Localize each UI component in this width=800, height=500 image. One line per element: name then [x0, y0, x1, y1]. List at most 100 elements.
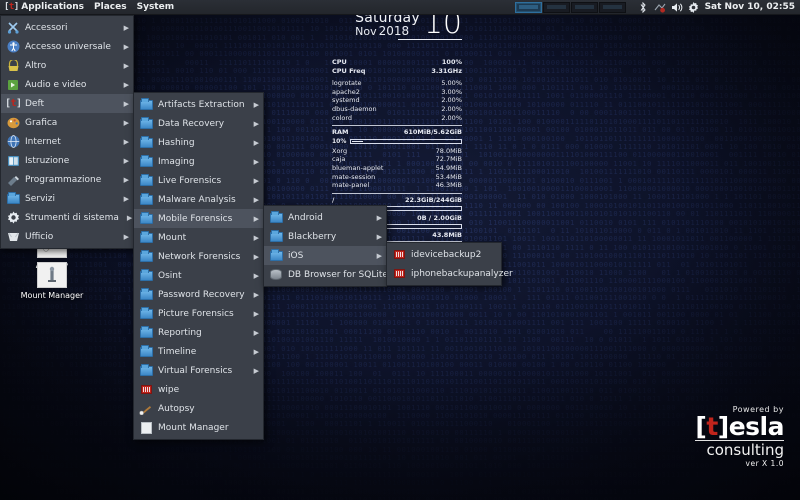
menu-item-label: Artifacts Extraction [158, 100, 246, 110]
menu-item-live-forensics[interactable]: Live Forensics ▶ [134, 171, 263, 190]
menu-item-data-recovery[interactable]: Data Recovery ▶ [134, 114, 263, 133]
conky-cpu-process: apache2 3.00% [332, 88, 462, 97]
ios-submenu[interactable]: idevicebackup2 iphonebackupanalyzer [386, 242, 502, 286]
mobile-forensics-submenu[interactable]: Android ▶ Blackberry ▶ iOS ▶ DB Browser … [263, 205, 387, 287]
gear-icon[interactable] [688, 1, 700, 14]
workspace-switcher[interactable] [515, 2, 626, 13]
menu-item-mount[interactable]: Mount ▶ [134, 228, 263, 247]
menu-item-hashing[interactable]: Hashing ▶ [134, 133, 263, 152]
branding-bracket-open: [ [695, 412, 706, 441]
menu-item-db-browser-for-sqlite[interactable]: DB Browser for SQLite [264, 265, 386, 284]
chevron-right-icon: ▶ [124, 43, 129, 51]
desktop-icon-label: Mount Manager [16, 291, 88, 301]
menu-item-ufficio[interactable]: Ufficio ▶ [1, 227, 133, 246]
desktop-screen: 1 0 1100101 011 010010100 111101 1 01 11… [0, 0, 800, 500]
folder-icon [269, 249, 283, 263]
menu-item-autopsy[interactable]: Autopsy [134, 399, 263, 418]
process-value: 3.00% [441, 88, 462, 97]
places-menu-button[interactable]: Places [89, 0, 132, 15]
menu-item-istruzione[interactable]: Istruzione ▶ [1, 151, 133, 170]
menu-item-reporting[interactable]: Reporting ▶ [134, 323, 263, 342]
process-name: colord [332, 114, 352, 123]
menu-item-iphonebackupanalyzer[interactable]: iphonebackupanalyzer [387, 264, 501, 283]
workspace-4[interactable] [599, 2, 626, 13]
chevron-right-icon: ▶ [127, 214, 132, 222]
branding-bracket-close: ] [718, 412, 729, 441]
menu-item-accessori[interactable]: Accessori ▶ [1, 18, 133, 37]
folder-icon [139, 364, 153, 378]
conky-cpu-freq-row: CPU Freq 3.31GHz [332, 67, 462, 76]
menu-item-strumenti-di-sistema[interactable]: Strumenti di sistema ▶ [1, 208, 133, 227]
menu-item-blackberry[interactable]: Blackberry ▶ [264, 227, 386, 246]
conky-date-block: Saturday Nov 2018 10 [332, 10, 462, 58]
menu-item-internet[interactable]: Internet ▶ [1, 132, 133, 151]
workspace-3[interactable] [571, 2, 598, 13]
applications-menu-button[interactable]: [t] Applications [0, 0, 89, 15]
conky-disk-label: / [332, 196, 334, 205]
menu-item-audio-e-video[interactable]: Audio e video ▶ [1, 75, 133, 94]
workspace-1[interactable] [515, 2, 542, 13]
menu-item-grafica[interactable]: Grafica ▶ [1, 113, 133, 132]
conky-ram-row: RAM 610MiB/5.62GiB [332, 128, 462, 137]
volume-icon[interactable] [671, 1, 683, 14]
chevron-right-icon: ▶ [254, 196, 259, 204]
menu-item-mobile-forensics[interactable]: Mobile Forensics ▶ [134, 209, 263, 228]
menu-item-timeline[interactable]: Timeline ▶ [134, 342, 263, 361]
menu-item-network-forensics[interactable]: Network Forensics ▶ [134, 247, 263, 266]
workspace-2[interactable] [543, 2, 570, 13]
conky-ram-label: RAM [332, 128, 349, 137]
menu-item-label: Servizi [25, 194, 116, 204]
folder-icon [139, 288, 153, 302]
network-icon[interactable] [654, 1, 666, 14]
branding-letter-t: t [706, 412, 717, 441]
conky-ram-value: 610MiB/5.62GiB [404, 128, 462, 137]
menu-item-osint[interactable]: Osint ▶ [134, 266, 263, 285]
menu-item-label: Ufficio [25, 232, 116, 242]
mount-manager-icon [139, 421, 153, 435]
menu-item-password-recovery[interactable]: Password Recovery ▶ [134, 285, 263, 304]
process-value: 5.00% [441, 79, 462, 88]
branding-watermark: Powered by [t]esla consulting ver X 1.0 [695, 405, 784, 468]
menu-item-malware-analysis[interactable]: Malware Analysis ▶ [134, 190, 263, 209]
deft-submenu[interactable]: Artifacts Extraction ▶ Data Recovery ▶ H… [133, 92, 264, 440]
conky-net-value: 43.8MiB [432, 231, 462, 240]
conky-divider [332, 125, 462, 126]
chevron-right-icon: ▶ [377, 233, 382, 241]
conky-ram-process: mate-panel 46.3MiB [332, 181, 462, 190]
menu-item-artifacts-extraction[interactable]: Artifacts Extraction ▶ [134, 95, 263, 114]
menu-item-virtual-forensics[interactable]: Virtual Forensics ▶ [134, 361, 263, 380]
desktop-icon-mount-manager[interactable]: Mount Manager [16, 262, 88, 301]
system-menu-button[interactable]: System [132, 0, 180, 15]
bluetooth-icon[interactable] [637, 1, 649, 14]
menu-item-idevicebackup2[interactable]: idevicebackup2 [387, 245, 501, 264]
panel-clock[interactable]: Sat Nov 10, 02:55 [705, 2, 795, 12]
menu-item-label: Password Recovery [158, 290, 246, 300]
process-name: Xorg [332, 147, 347, 156]
menu-item-picture-forensics[interactable]: Picture Forensics ▶ [134, 304, 263, 323]
internet-icon [6, 135, 20, 149]
menu-item-ios[interactable]: iOS ▶ [264, 246, 386, 265]
chevron-right-icon: ▶ [124, 195, 129, 203]
menu-item-altro[interactable]: Altro ▶ [1, 56, 133, 75]
menu-item-label: Grafica [25, 118, 116, 128]
menu-item-label: Imaging [158, 157, 246, 167]
menu-item-wipe[interactable]: wipe [134, 380, 263, 399]
top-panel: [t] Applications Places System Sat Nov 1… [0, 0, 800, 15]
chevron-right-icon: ▶ [254, 348, 259, 356]
menu-item-imaging[interactable]: Imaging ▶ [134, 152, 263, 171]
chevron-right-icon: ▶ [254, 291, 259, 299]
menu-item-accesso-universale[interactable]: Accesso universale ▶ [1, 37, 133, 56]
applications-menu[interactable]: Accessori ▶ Accesso universale ▶ Altro ▶… [0, 15, 134, 249]
menu-item-deft[interactable]: [t] Deft ▶ [1, 94, 133, 113]
multimedia-icon [6, 78, 20, 92]
chevron-right-icon: ▶ [254, 120, 259, 128]
menu-item-programmazione[interactable]: Programmazione ▶ [1, 170, 133, 189]
menu-item-label: Network Forensics [158, 252, 246, 262]
menu-item-android[interactable]: Android ▶ [264, 208, 386, 227]
menu-item-mount-manager[interactable]: Mount Manager [134, 418, 263, 437]
process-value: 2.00% [441, 114, 462, 123]
chevron-right-icon: ▶ [254, 177, 259, 185]
autopsy-icon [139, 402, 153, 416]
menu-item-servizi[interactable]: Servizi ▶ [1, 189, 133, 208]
conky-ram-process: mate-session 53.4MiB [332, 173, 462, 182]
